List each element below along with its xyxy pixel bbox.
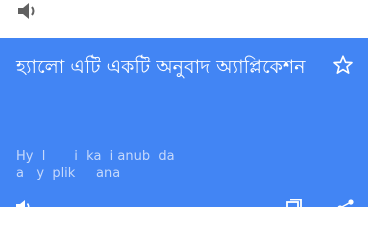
speaker-icon[interactable] [14,199,34,215]
share-icon[interactable] [336,199,356,215]
translation-card: হ্যালো এটি একটি অনুবাদ অ্যাপ্লিকেশন Hy l… [0,38,368,215]
speaker-icon[interactable] [16,1,40,21]
star-icon[interactable] [332,54,354,76]
translated-text: হ্যালো এটি একটি অনুবাদ অ্যাপ্লিকেশন [16,56,306,78]
copy-icon[interactable] [284,199,304,215]
source-panel [0,0,368,36]
transliteration-text: Hy l i ka i anub da a y plik ana [16,149,175,181]
